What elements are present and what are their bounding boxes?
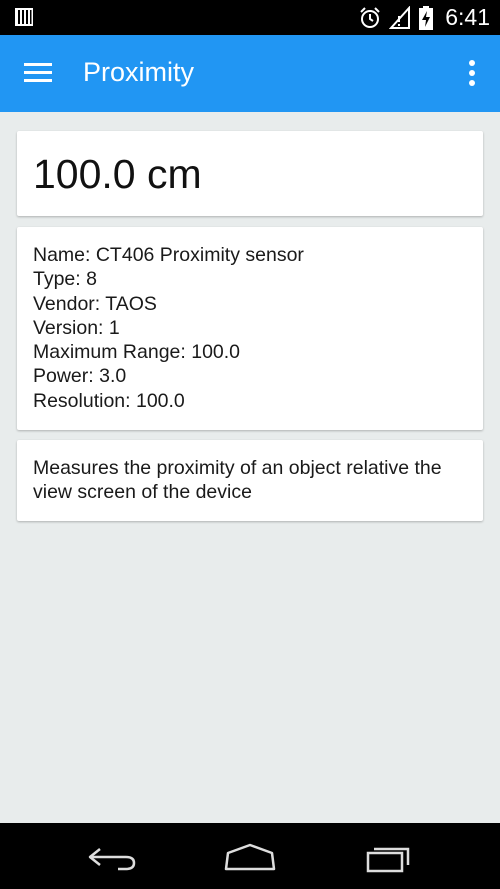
page-title: Proximity — [83, 57, 195, 87]
sensor-reading: 100.0 cm — [33, 151, 202, 197]
app-bar: Proximity — [0, 35, 500, 112]
sensor-info-card: Name: CT406 Proximity sensor Type: 8 Ven… — [17, 227, 483, 430]
alarm-icon — [360, 6, 380, 28]
menu-icon[interactable] — [24, 61, 54, 85]
navigation-bar — [0, 823, 500, 889]
sensor-info-list: Name: CT406 Proximity sensor Type: 8 Ven… — [33, 243, 304, 413]
sensor-info-type: Type: 8 — [33, 268, 97, 291]
overflow-menu-icon[interactable] — [468, 57, 476, 89]
recents-icon[interactable] — [358, 839, 418, 875]
sim-card-icon — [15, 8, 33, 26]
sensor-info-name: Name: CT406 Proximity sensor — [33, 244, 304, 266]
clock: 6:41 — [445, 4, 490, 30]
sensor-info-max-range: Maximum Range: 100.0 — [33, 341, 241, 364]
back-icon[interactable] — [82, 839, 142, 875]
sensor-info-resolution: Resolution: 100.0 — [33, 389, 185, 412]
sensor-info-version: Version: 1 — [33, 316, 120, 339]
status-bar: 6:41 — [0, 0, 500, 35]
signal-icon — [389, 5, 411, 29]
description-card: Measures the proximity of an object rela… — [17, 440, 483, 521]
sensor-info-vendor: Vendor: TAOS — [33, 292, 157, 315]
sensor-description: Measures the proximity of an object rela… — [33, 457, 442, 504]
battery-charging-icon — [419, 5, 434, 30]
sensor-info-power: Power: 3.0 — [33, 365, 127, 388]
home-icon[interactable] — [220, 839, 280, 875]
reading-card: 100.0 cm — [17, 131, 483, 216]
